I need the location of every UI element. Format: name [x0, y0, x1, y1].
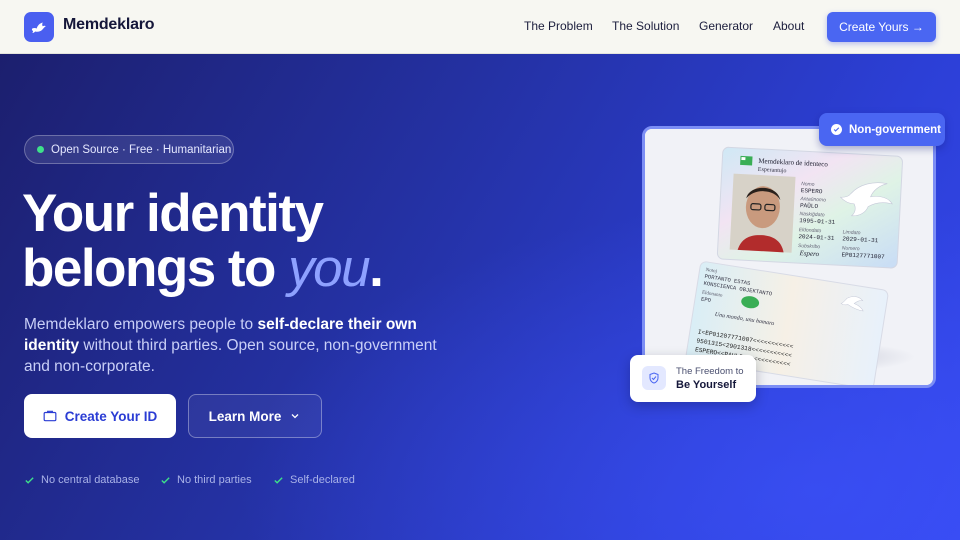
hero-lead: Memdeklaro empowers people to self-decla…	[24, 314, 464, 377]
signature: Espero	[798, 249, 819, 258]
freedom-callout: The Freedom to Be Yourself	[630, 355, 756, 402]
create-your-id-button[interactable]: Create Your ID	[24, 394, 176, 438]
create-yours-button[interactable]: Create Yours →	[827, 12, 936, 42]
dove-logo-icon[interactable]	[24, 12, 54, 42]
nav-link-solution[interactable]: The Solution	[612, 19, 679, 33]
check-no-third-parties: No third parties	[160, 474, 252, 486]
name-value: ESPERO	[801, 187, 823, 195]
given-value: PAŬLO	[800, 202, 819, 210]
create-your-id-label: Create Your ID	[64, 408, 158, 424]
id-card-illustration: Notoj PORTANTO ESTAS KONSCIENCA OBJEKTAN…	[645, 129, 933, 385]
hero-title-prefix: belongs to	[22, 239, 289, 298]
status-dot-icon	[37, 146, 44, 153]
nav-link-about[interactable]: About	[773, 19, 804, 33]
navbar: Memdeklaro The Problem The Solution Gene…	[0, 0, 960, 54]
check-icon	[161, 476, 170, 484]
hero-title-line2: belongs to you.	[22, 239, 384, 298]
hero-title-suffix: .	[369, 239, 384, 298]
verified-check-icon	[831, 124, 842, 135]
nav-link-generator[interactable]: Generator	[699, 19, 753, 33]
open-source-badge: Open Source · Free · Humanitarian	[24, 135, 234, 164]
badge-text: Open Source · Free · Humanitarian	[51, 143, 232, 156]
id-card-preview: Notoj PORTANTO ESTAS KONSCIENCA OBJEKTAN…	[642, 126, 936, 388]
check-icon	[25, 476, 34, 484]
learn-more-button[interactable]: Learn More	[188, 394, 322, 438]
hero-title-accent: you	[288, 239, 370, 298]
non-government-label: Non-government	[849, 123, 941, 136]
shield-icon	[642, 366, 666, 390]
check-label: No central database	[41, 474, 140, 486]
id-card-icon	[43, 410, 57, 422]
check-label: Self-declared	[290, 474, 355, 486]
freedom-line1: The Freedom to	[676, 366, 744, 377]
lead-text-2: without third parties. Open source, non-…	[24, 337, 437, 375]
lead-text-1: Memdeklaro empowers people to	[24, 316, 258, 333]
brand-name[interactable]: Memdeklaro	[63, 16, 155, 34]
check-self-declared: Self-declared	[273, 474, 355, 486]
nav-link-problem[interactable]: The Problem	[524, 19, 593, 33]
check-label: No third parties	[177, 474, 252, 486]
non-government-tag: Non-government	[819, 113, 945, 146]
check-icon	[274, 476, 283, 484]
learn-more-label: Learn More	[208, 408, 282, 424]
chevron-down-icon	[291, 414, 299, 419]
hero-title-line1: Your identity	[22, 184, 324, 243]
check-no-central-db: No central database	[24, 474, 139, 486]
freedom-line2: Be Yourself	[676, 379, 737, 391]
